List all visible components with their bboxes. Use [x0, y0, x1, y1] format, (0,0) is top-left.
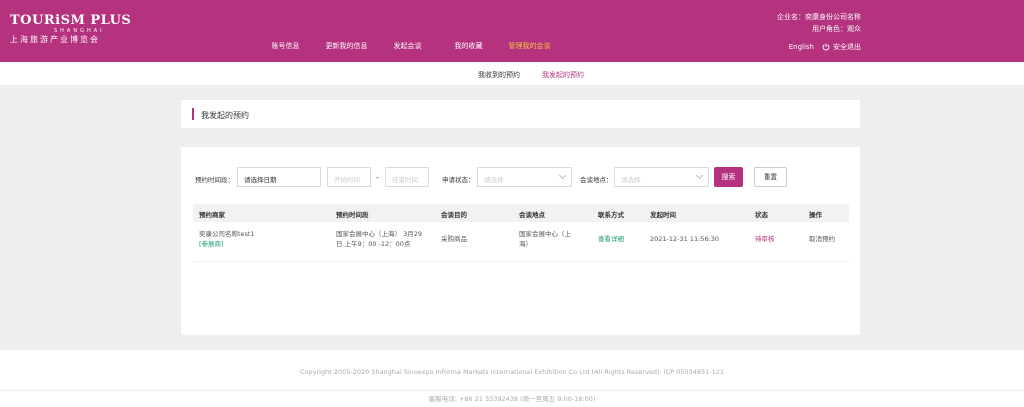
language-switch-link[interactable]: English — [789, 43, 814, 51]
nav-my-favorites[interactable]: 我的收藏 — [438, 41, 499, 51]
user-role-text: 用户角色：观众 — [812, 25, 861, 33]
nav-account-info[interactable]: 账号信息 — [255, 41, 316, 51]
nav-update-info[interactable]: 更新我的信息 — [316, 41, 377, 51]
footer-divider — [0, 390, 1024, 391]
cell-time-line2: 日 上午9：00 -12：00点 — [336, 240, 411, 248]
cell-time-line1: 国家会展中心（上海） 3月29 — [336, 230, 422, 238]
time-range-label: 预约时间段： — [195, 176, 234, 184]
filter-row: 预约时间段： 请选择日期 开始时间 - 结束时间 申请状态： 请选择 会谈地点：… — [181, 167, 860, 189]
main-nav: 账号信息 更新我的信息 发起会谈 我的收藏 管理我的会谈 — [255, 41, 560, 51]
start-time-input[interactable]: 开始时间 — [327, 167, 371, 187]
header-created: 发起时间 — [650, 211, 676, 219]
subnav-initiated-appointments[interactable]: 我发起的预约 — [542, 70, 584, 80]
logout-button[interactable]: 安全退出 — [822, 42, 861, 52]
cell-purpose: 采购商品 — [441, 235, 467, 243]
title-accent-bar — [192, 108, 194, 120]
status-select-placeholder: 请选择 — [484, 176, 504, 184]
footer: Copyright 2005-2020 Shanghai Sinoexpo In… — [0, 350, 1024, 407]
chevron-down-icon — [695, 171, 704, 180]
cell-created-time: 2021-12-31 11:56:30 — [650, 235, 720, 243]
location-select[interactable]: 请选择 — [614, 167, 709, 187]
cell-merchant-tag[interactable]: [参展商] — [199, 239, 224, 249]
header-time-range: 预约时间段 — [336, 211, 369, 219]
status-pending-link[interactable]: 待审核 — [755, 234, 775, 244]
page-title: 我发起的预约 — [201, 111, 249, 120]
subnav-received-appointments[interactable]: 我收到的预约 — [478, 70, 520, 80]
sub-nav: 我收到的预约 我发起的预约 — [0, 62, 1024, 85]
end-time-input[interactable]: 结束时间 — [385, 167, 429, 187]
main-panel: 预约时间段： 请选择日期 开始时间 - 结束时间 申请状态： 请选择 会谈地点：… — [181, 147, 860, 335]
header-purpose: 会谈目的 — [441, 211, 467, 219]
reset-button[interactable]: 重置 — [754, 167, 787, 187]
table-header: 预约商家 预约时间段 会谈目的 会谈地点 联系方式 发起时间 状态 操作 — [193, 204, 849, 222]
chevron-down-icon — [558, 171, 567, 180]
nav-start-meeting[interactable]: 发起会谈 — [377, 41, 438, 51]
date-picker-input[interactable]: 请选择日期 — [237, 167, 321, 187]
status-filter-label: 申请状态： — [442, 176, 475, 184]
top-header: TOURiSM PLUS SHANGHAI 上海旅游产业博览会 账号信息 更新我… — [0, 0, 1024, 62]
header-contact: 联系方式 — [598, 211, 624, 219]
time-range-dash: - — [376, 173, 379, 182]
company-name-text: 企业名：奕康身份公司名称 — [777, 13, 861, 21]
header-location: 会谈地点 — [519, 211, 545, 219]
header-action: 操作 — [809, 211, 822, 219]
location-filter-label: 会谈地点： — [580, 176, 613, 184]
hotline-text: 客服电话: +86 21 33392438 (周一至周五 9:00-18:00) — [428, 395, 596, 403]
nav-manage-meetings[interactable]: 管理我的会谈 — [499, 41, 560, 51]
tourism-plus-logo[interactable]: TOURiSM PLUS SHANGHAI 上海旅游产业博览会 — [10, 14, 131, 45]
view-details-link[interactable]: 查看详细 — [598, 234, 624, 244]
header-actions: English 安全退出 — [789, 42, 861, 52]
cell-location-line1: 国家会展中心（上 — [519, 230, 571, 238]
power-icon — [822, 43, 830, 51]
table-row: 奕康公司名称test1 [参展商] 国家会展中心（上海） 3月29 日 上午9：… — [193, 222, 849, 262]
copyright-text: Copyright 2005-2020 Shanghai Sinoexpo In… — [300, 368, 724, 376]
location-select-placeholder: 请选择 — [621, 176, 641, 184]
user-info: 企业名：奕康身份公司名称 用户角色：观众 — [777, 11, 861, 35]
cell-merchant-name: 奕康公司名称test1 — [199, 230, 255, 238]
status-select[interactable]: 请选择 — [477, 167, 572, 187]
search-button[interactable]: 搜索 — [714, 167, 743, 187]
cell-location-line2: 海） — [519, 240, 532, 248]
logout-label: 安全退出 — [833, 43, 861, 51]
header-merchant: 预约商家 — [199, 211, 225, 219]
logo-main-text: TOURiSM PLUS — [10, 13, 132, 28]
appointments-table: 预约商家 预约时间段 会谈目的 会谈地点 联系方式 发起时间 状态 操作 奕康公… — [193, 204, 849, 262]
cancel-appointment-link[interactable]: 取消预约 — [809, 234, 835, 244]
logo-cn-text: 上海旅游产业博览会 — [10, 35, 100, 44]
header-status: 状态 — [755, 211, 768, 219]
title-panel: 我发起的预约 — [181, 100, 860, 128]
